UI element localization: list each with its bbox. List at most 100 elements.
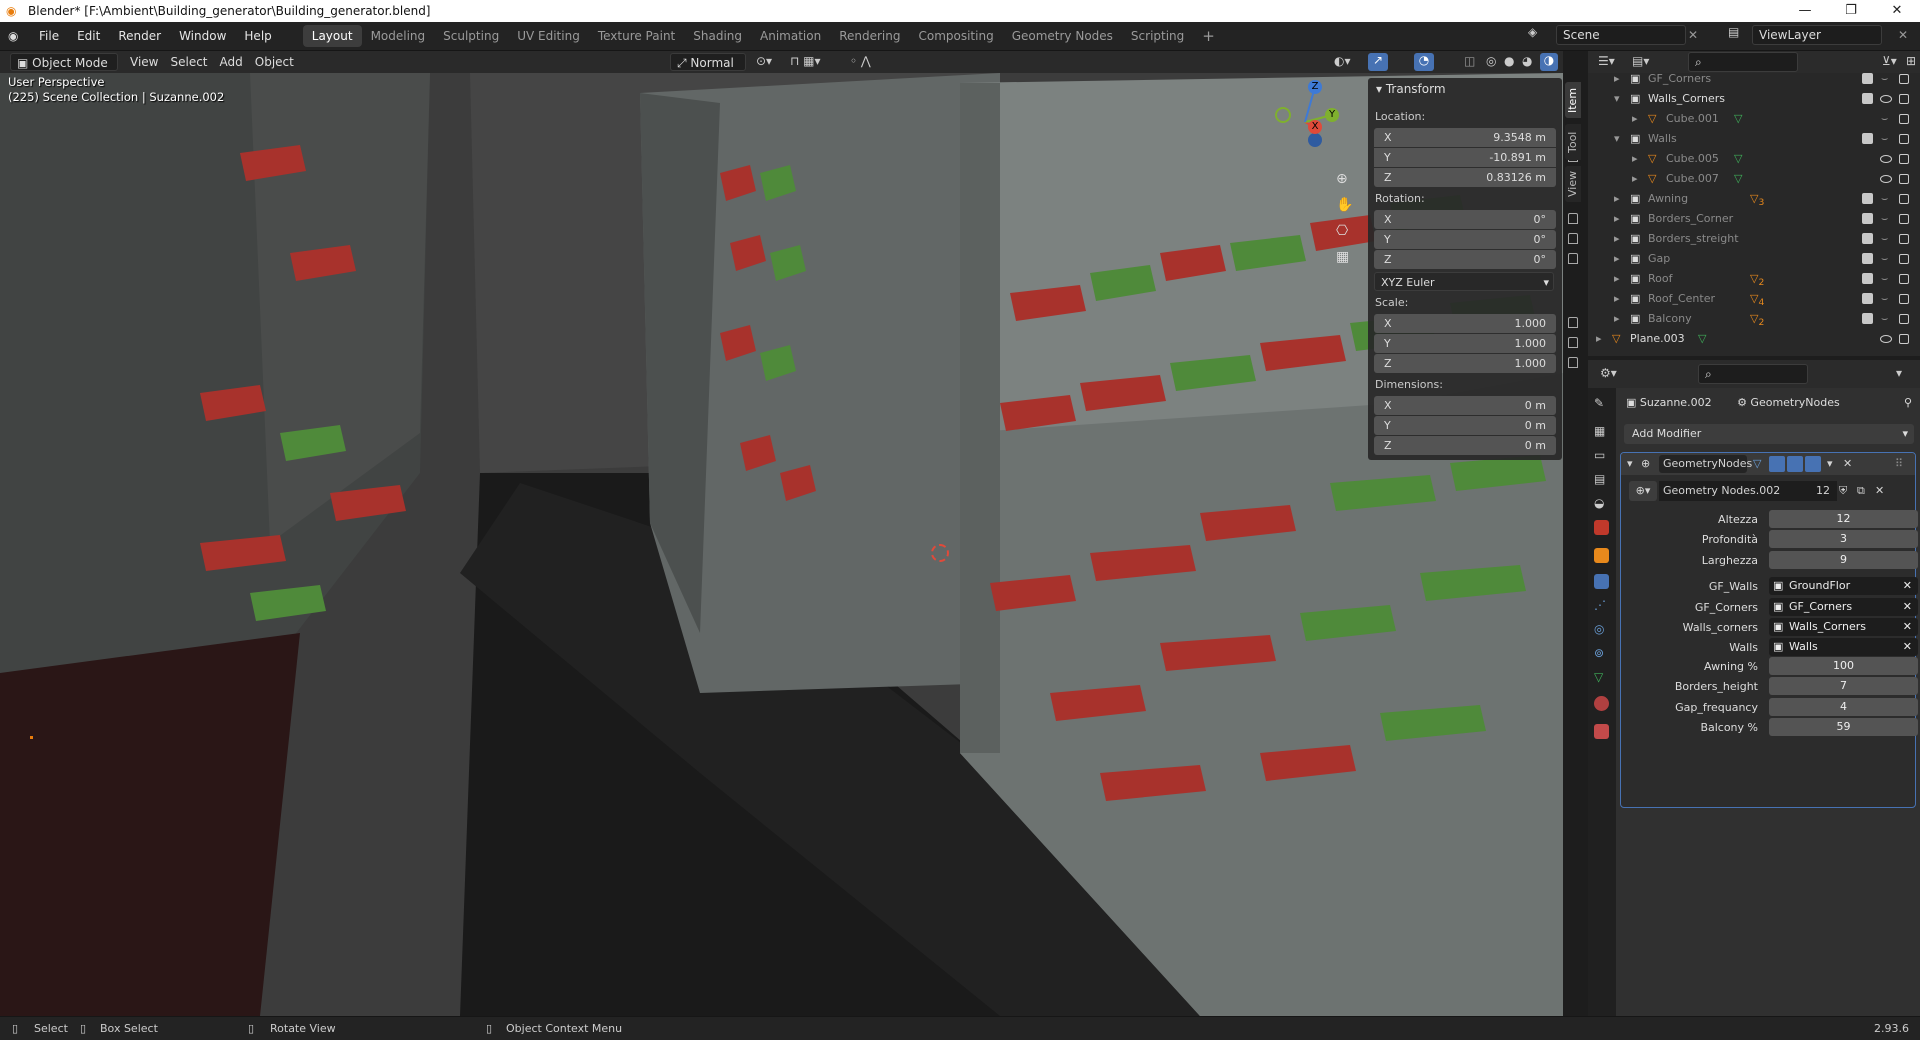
proportional-edit-icon[interactable]: ◦ ⋀ <box>850 54 871 68</box>
rotation-y-field[interactable]: Y 0° <box>1374 230 1578 249</box>
exclude-checkbox[interactable] <box>1862 73 1873 84</box>
workspace-tab-sculpting[interactable]: Sculpting <box>434 25 508 47</box>
visibility-eye-icon[interactable] <box>1880 335 1892 343</box>
render-camera-icon[interactable] <box>1899 334 1909 344</box>
exclude-checkbox[interactable] <box>1862 213 1873 224</box>
add-menu[interactable]: Add <box>214 53 249 71</box>
render-camera-icon[interactable] <box>1899 154 1909 164</box>
collapsed-arrow-icon[interactable]: ▸ <box>1632 149 1638 169</box>
visibility-hidden-icon[interactable]: ⌣ <box>1881 229 1888 249</box>
visibility-icon[interactable]: ◐▾ <box>1334 54 1351 68</box>
collapse-icon[interactable]: ▾ <box>1627 453 1633 475</box>
collapsed-arrow-icon[interactable]: ▸ <box>1596 329 1602 349</box>
visibility-hidden-icon[interactable]: ⌣ <box>1881 249 1888 269</box>
wireframe-shading-icon[interactable]: ◎ <box>1486 54 1496 68</box>
outliner-row[interactable]: ▾ ▣ Walls_Corners <box>1588 89 1920 109</box>
visibility-eye-icon[interactable] <box>1880 155 1892 163</box>
object-picker-field[interactable]: ▣ Walls_Corners ✕ <box>1769 618 1918 636</box>
sidebar-tab-item[interactable]: Item <box>1565 82 1581 118</box>
workspace-tab-compositing[interactable]: Compositing <box>909 25 1002 47</box>
scene-close-icon[interactable]: ✕ <box>1688 28 1698 42</box>
object-tab-icon[interactable] <box>1594 548 1609 563</box>
gizmo-toggle-icon[interactable]: ↗ <box>1368 53 1388 71</box>
lock-icon[interactable] <box>1568 337 1578 348</box>
restore-button[interactable]: ❐ <box>1828 0 1874 22</box>
output-tab-icon[interactable]: ▭ <box>1594 448 1609 463</box>
exclude-checkbox[interactable] <box>1862 273 1873 284</box>
visibility-hidden-icon[interactable]: ⌣ <box>1881 69 1888 89</box>
render-toggle-icon[interactable] <box>1805 456 1821 472</box>
visibility-eye-icon[interactable] <box>1880 175 1892 183</box>
editor-type-icon[interactable]: ☰▾ <box>1598 54 1615 68</box>
render-camera-icon[interactable] <box>1899 234 1909 244</box>
outliner-row[interactable]: ▸ ▽ Plane.003 ▽ <box>1588 329 1920 349</box>
collapsed-arrow-icon[interactable]: ▸ <box>1614 229 1620 249</box>
expanded-arrow-icon[interactable]: ▾ <box>1614 89 1620 109</box>
exclude-checkbox[interactable] <box>1862 253 1873 264</box>
remove-modifier-icon[interactable]: ✕ <box>1843 453 1852 475</box>
fake-user-icon[interactable]: ⛨ <box>1839 481 1847 501</box>
workspace-tab-animation[interactable]: Animation <box>751 25 830 47</box>
unlink-icon[interactable]: ✕ <box>1875 481 1884 501</box>
pin-icon[interactable]: ⚲ <box>1904 396 1912 409</box>
workspace-tab-shading[interactable]: Shading <box>684 25 751 47</box>
collapsed-arrow-icon[interactable]: ▸ <box>1614 289 1620 309</box>
texture-tab-icon[interactable] <box>1594 724 1609 739</box>
visibility-hidden-icon[interactable]: ⌣ <box>1881 189 1888 209</box>
visibility-eye-icon[interactable] <box>1880 95 1892 103</box>
snap-icon[interactable]: ⊓ ▦▾ <box>790 54 821 68</box>
location-y-field[interactable]: Y -10.891 m <box>1374 148 1578 167</box>
number-field[interactable]: 4 <box>1769 697 1918 716</box>
render-tab-icon[interactable]: ▦ <box>1594 424 1609 439</box>
render-camera-icon[interactable] <box>1899 174 1909 184</box>
exclude-checkbox[interactable] <box>1862 93 1873 104</box>
outliner-row[interactable]: ▸ ▣ Gap ⌣ <box>1588 249 1920 269</box>
properties-search-input[interactable]: ⌕ <box>1698 364 1808 384</box>
clear-field-icon[interactable]: ✕ <box>1903 577 1912 595</box>
visibility-hidden-icon[interactable]: ⌣ <box>1881 109 1888 129</box>
render-camera-icon[interactable] <box>1899 94 1909 104</box>
edit-mode-toggle-icon[interactable]: ▽ <box>1753 453 1761 475</box>
outliner-row[interactable]: ▸ ▽ Cube.005 ▽ <box>1588 149 1920 169</box>
filter-icon[interactable]: ⊻▾ <box>1882 54 1897 68</box>
outliner-row[interactable]: ▸ ▣ Roof_Center ▽4 ⌣ <box>1588 289 1920 309</box>
modifier-name-field[interactable]: GeometryNodes <box>1659 455 1752 473</box>
node-group-selector[interactable]: ⊕▾ Geometry Nodes.002 12 ⛨ ⧉ ✕ <box>1629 481 1909 501</box>
gizmo-x-axis[interactable]: X <box>1308 120 1322 134</box>
scene-tab-icon[interactable]: ◒ <box>1594 496 1609 511</box>
scale-y-field[interactable]: Y 1.000 <box>1374 334 1578 353</box>
outliner-row[interactable]: ▸ ▣ Awning ▽3 ⌣ <box>1588 189 1920 209</box>
visibility-hidden-icon[interactable]: ⌣ <box>1881 309 1888 329</box>
collapsed-arrow-icon[interactable]: ▸ <box>1632 169 1638 189</box>
close-button[interactable]: ✕ <box>1874 0 1920 22</box>
viewport-toggle-icon[interactable] <box>1769 456 1785 472</box>
render-camera-icon[interactable] <box>1899 254 1909 264</box>
view-layer-tab-icon[interactable]: ▤ <box>1594 472 1609 487</box>
new-collection-icon[interactable]: ⊞ <box>1906 54 1916 68</box>
render-camera-icon[interactable] <box>1899 114 1909 124</box>
mode-selector[interactable]: ▣ Object Mode ▾ <box>10 53 118 88</box>
dimensions-x-field[interactable]: X0 m <box>1374 396 1556 415</box>
workspace-tab-layout[interactable]: Layout <box>302 25 362 47</box>
minimize-button[interactable]: — <box>1782 0 1828 22</box>
viewlayer-close-icon[interactable]: ✕ <box>1898 28 1908 42</box>
exclude-checkbox[interactable] <box>1862 133 1873 144</box>
node-group-users[interactable]: 12 <box>1809 481 1837 501</box>
clear-field-icon[interactable]: ✕ <box>1903 598 1912 616</box>
location-z-field[interactable]: Z 0.83126 m <box>1374 168 1578 187</box>
object-picker-field[interactable]: ▣ Walls ✕ <box>1769 638 1918 657</box>
rotation-z-field[interactable]: Z 0° <box>1374 250 1578 269</box>
realtime-toggle-icon[interactable] <box>1787 456 1803 472</box>
location-x-field[interactable]: X 9.3548 m <box>1374 128 1578 147</box>
constraints-tab-icon[interactable]: ⊚ <box>1594 646 1609 661</box>
outliner-row[interactable]: ▸ ▣ Borders_Corner ⌣ <box>1588 209 1920 229</box>
render-camera-icon[interactable] <box>1899 74 1909 84</box>
collapsed-arrow-icon[interactable]: ▸ <box>1614 309 1620 329</box>
properties-editor-type-icon[interactable]: ⚙▾ <box>1600 366 1617 380</box>
material-tab-icon[interactable] <box>1594 696 1609 711</box>
collapsed-arrow-icon[interactable]: ▸ <box>1614 249 1620 269</box>
blender-menu-icon[interactable]: ◉ <box>8 29 30 43</box>
workspace-tab-rendering[interactable]: Rendering <box>830 25 909 47</box>
collapsed-arrow-icon[interactable]: ▸ <box>1614 209 1620 229</box>
gizmo-y-axis[interactable]: Y <box>1325 108 1339 122</box>
